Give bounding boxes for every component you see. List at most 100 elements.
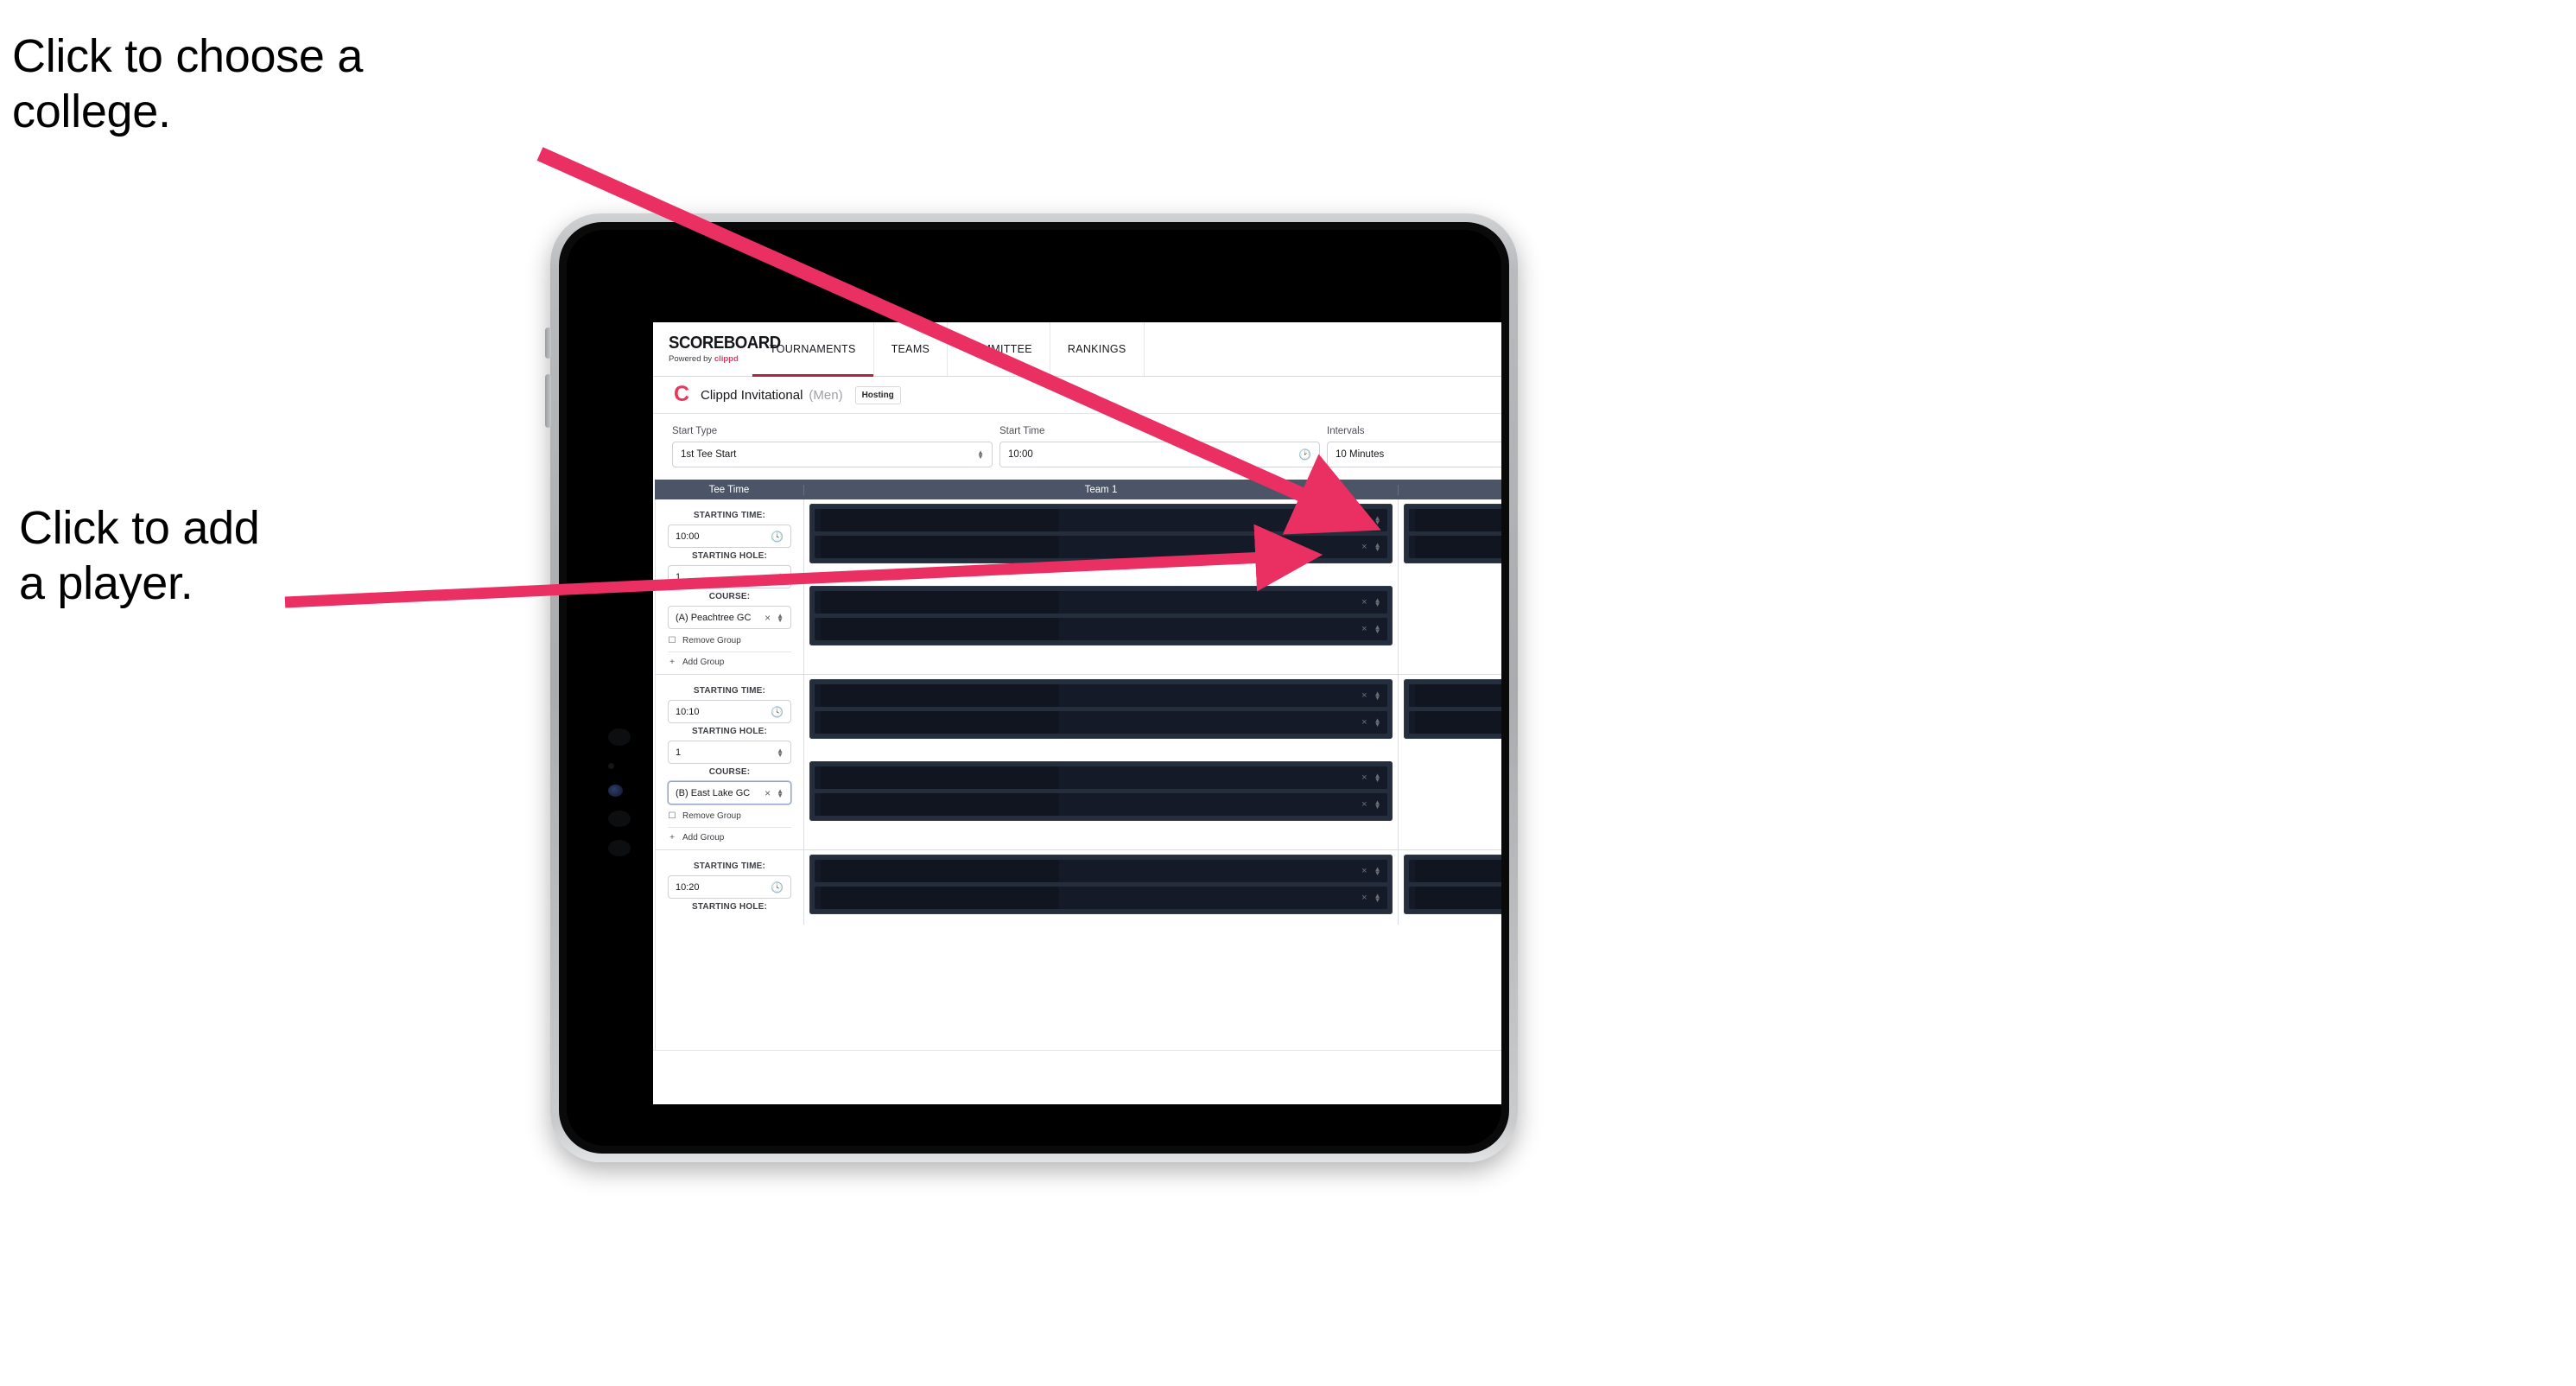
player-select-row[interactable]: × ▲▼ [814, 535, 1388, 559]
player-name-field[interactable] [821, 711, 1362, 734]
player-select-row[interactable]: × ▲▼ [814, 590, 1388, 614]
start-time-input[interactable]: 10:00 🕑 [999, 442, 1320, 467]
player-name-field[interactable] [821, 536, 1362, 558]
close-icon[interactable]: × [1361, 624, 1367, 634]
player-name-field[interactable] [821, 766, 1362, 789]
starting-hole-input[interactable]: 1 ▲ ▼ [668, 565, 791, 588]
player-name-field[interactable] [1414, 711, 1501, 734]
stepper-icon[interactable]: ▲ ▼ [777, 612, 784, 623]
player-name-field[interactable] [1414, 860, 1501, 882]
stepper-icon[interactable]: ▲ ▼ [1374, 624, 1381, 635]
player-name-field[interactable] [821, 887, 1362, 909]
player-select-row[interactable]: × ▲▼ [814, 683, 1388, 708]
stepper-icon[interactable]: ▲ ▼ [1374, 597, 1381, 608]
course-select[interactable]: (B) East Lake GC × ▲ ▼ [668, 781, 791, 804]
player-group-card: × ▲▼ × ▲▼ [809, 761, 1393, 821]
tournament-title-bar: C Clippd Invitational (Men) Hosting ‹ Ba… [653, 377, 1501, 414]
player-select-row[interactable]: × ▲▼ [814, 859, 1388, 883]
player-row-controls: × ▲ ▼ [1361, 542, 1381, 553]
start-time-value: 10:00 [1008, 449, 1033, 460]
close-icon[interactable]: × [1361, 772, 1367, 783]
starting-time-input[interactable]: 10:20 🕓 [668, 875, 791, 899]
close-icon[interactable]: × [1361, 893, 1367, 903]
field-label: STARTING TIME: [693, 511, 766, 520]
page-title: Clippd Invitational [701, 387, 803, 403]
player-select-row[interactable]: × ▲▼ [814, 617, 1388, 641]
starting-time-input[interactable]: 10:10 🕓 [668, 700, 791, 723]
player-name-field[interactable] [821, 684, 1362, 707]
close-icon[interactable]: × [1361, 690, 1367, 701]
player-name-field[interactable] [821, 793, 1362, 816]
close-icon[interactable]: × [765, 787, 771, 799]
stepper-icon[interactable]: ▲ ▼ [1374, 717, 1381, 728]
stepper-icon[interactable]: ▲ ▼ [1374, 542, 1381, 553]
stepper-icon[interactable]: ▲ ▼ [777, 747, 784, 758]
add-group-button[interactable]: + Add Group [668, 652, 791, 667]
player-select-row[interactable]: ×▲▼ [1407, 859, 1501, 883]
stepper-icon[interactable]: ▲ ▼ [777, 571, 784, 582]
clock-icon[interactable]: 🕓 [771, 531, 784, 543]
player-select-row[interactable]: × ▲▼ [814, 766, 1388, 790]
player-select-row[interactable]: ×▲▼ [1407, 683, 1501, 708]
speaker-icon [608, 840, 631, 856]
player-select-row[interactable]: ×▲▼ [1407, 710, 1501, 734]
start-type-select[interactable]: 1st Tee Start ▲ ▼ [672, 442, 993, 467]
player-row-controls: × ▲ ▼ [1361, 597, 1381, 608]
nav-item-committee[interactable]: COMMITTEE [948, 322, 1050, 376]
intervals-input[interactable]: 10 Minutes 🕑 [1327, 442, 1501, 467]
tee-sheet-body[interactable]: STARTING TIME: 10:00 🕓 STARTING HOLE: 1 ▲ ▼ COU… [655, 499, 1501, 1052]
remove-group-button[interactable]: ☐ Remove Group [668, 636, 791, 645]
close-icon[interactable]: × [1361, 717, 1367, 728]
stepper-icon[interactable]: ▲ ▼ [777, 787, 784, 798]
player-name-field[interactable] [821, 860, 1362, 882]
player-select-row[interactable]: ×▲▼ [1407, 535, 1501, 559]
nav-item-teams[interactable]: TEAMS [874, 322, 949, 376]
stepper-icon[interactable]: ▲ ▼ [1374, 866, 1381, 877]
remove-group-label: Remove Group [682, 811, 741, 821]
close-icon[interactable]: × [1361, 799, 1367, 810]
player-name-field[interactable] [821, 618, 1362, 640]
top-navigation-bar: SCOREBOARD Powered by clippd TOURNAMENTS… [653, 322, 1501, 377]
nav-item-rankings[interactable]: RANKINGS [1050, 322, 1145, 376]
add-group-button[interactable]: + Add Group [668, 827, 791, 842]
player-name-field[interactable] [1414, 536, 1501, 558]
player-select-row[interactable]: ×▲▼ [1407, 886, 1501, 910]
close-icon[interactable]: × [1361, 515, 1367, 525]
player-row-controls: × ▲ ▼ [1361, 799, 1381, 811]
player-row-controls: × ▲ ▼ [1361, 717, 1380, 728]
player-name-field[interactable] [821, 509, 1362, 531]
stepper-icon[interactable]: ▲ ▼ [977, 449, 984, 461]
player-name-field[interactable] [821, 591, 1362, 614]
player-name-field[interactable] [1414, 684, 1501, 707]
add-group-label: Add Group [682, 833, 725, 842]
remove-group-button[interactable]: ☐ Remove Group [668, 811, 791, 821]
player-name-field[interactable] [1414, 887, 1501, 909]
stepper-icon[interactable]: ▲ ▼ [1374, 893, 1381, 904]
close-icon[interactable]: × [1361, 597, 1367, 607]
course-select[interactable]: (A) Peachtree GC × ▲ ▼ [668, 606, 791, 629]
nav-label: RANKINGS [1067, 343, 1126, 355]
stepper-icon[interactable]: ▲ ▼ [1374, 772, 1381, 784]
close-icon[interactable]: × [1361, 866, 1367, 876]
scoreboard-logo[interactable]: SCOREBOARD Powered by clippd [653, 322, 781, 376]
player-select-row[interactable]: × ▲▼ [814, 886, 1388, 910]
player-select-row[interactable]: × ▲▼ [814, 508, 1388, 532]
stepper-icon[interactable]: ▲ ▼ [1374, 690, 1381, 702]
tee-sheet-header: Tee Time Team 1 Team 2 [655, 480, 1501, 499]
close-icon[interactable]: × [1361, 542, 1367, 552]
trash-icon: ☐ [668, 636, 676, 645]
clock-icon[interactable]: 🕑 [1298, 448, 1311, 461]
stepper-icon[interactable]: ▲ ▼ [1374, 799, 1381, 811]
close-icon[interactable]: × [765, 612, 771, 624]
player-select-row[interactable]: × ▲▼ [814, 710, 1388, 734]
team-1-cell: × ▲ ▼ × ▲ ▼ × ▲ ▼ × ▲ ▼ [804, 499, 1399, 674]
starting-time-input[interactable]: 10:00 🕓 [668, 525, 791, 548]
player-select-row[interactable]: ×▲▼ [1407, 508, 1501, 532]
starting-hole-input[interactable]: 1 ▲ ▼ [668, 741, 791, 764]
clock-icon[interactable]: 🕓 [771, 706, 784, 718]
player-name-field[interactable] [1414, 509, 1501, 531]
stepper-icon[interactable]: ▲ ▼ [1374, 515, 1381, 526]
nav-item-tournaments[interactable]: TOURNAMENTS [752, 322, 874, 377]
player-select-row[interactable]: × ▲▼ [814, 792, 1388, 817]
clock-icon[interactable]: 🕓 [771, 881, 784, 893]
